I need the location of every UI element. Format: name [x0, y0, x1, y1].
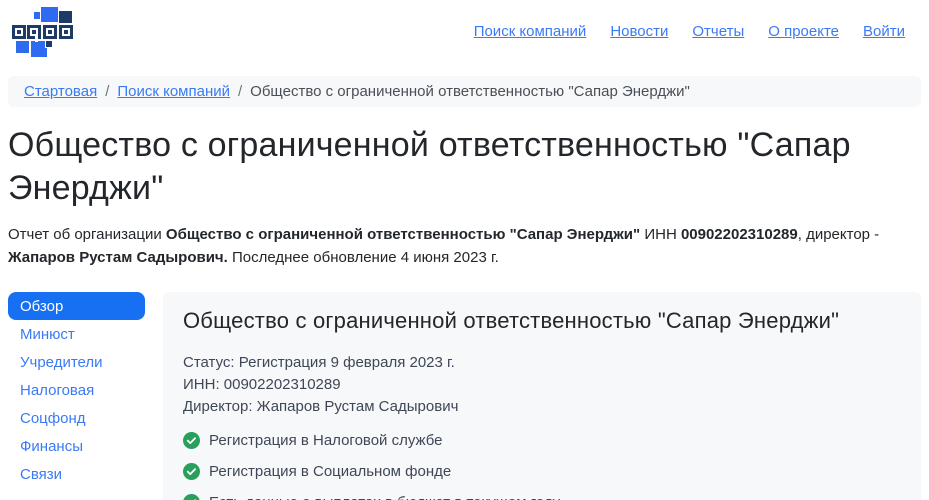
logo-square: [15, 40, 30, 54]
check-row-social-fund-registration: Регистрация в Социальном фонде: [183, 463, 901, 480]
check-label: Регистрация в Налоговой службе: [209, 432, 443, 449]
header: Поиск компаний Новости Отчеты О проекте …: [8, 0, 921, 62]
logo-square: [11, 24, 27, 40]
check-circle-icon: [183, 494, 200, 500]
top-nav: Поиск компаний Новости Отчеты О проекте …: [474, 23, 905, 40]
sidebar-item-overview[interactable]: Обзор: [8, 292, 145, 320]
company-summary: Отчет об организации Общество с ограниче…: [8, 223, 921, 270]
summary-company-name: Общество с ограниченной ответственностью…: [166, 226, 640, 243]
logo-square: [40, 6, 59, 23]
page: Поиск компаний Новости Отчеты О проекте …: [0, 0, 929, 500]
nav-link-news[interactable]: Новости: [610, 23, 668, 40]
check-row-budget-payments: Есть данные о выплатах в бюджет в текуще…: [183, 494, 901, 500]
breadcrumb-current: Общество с ограниченной ответственностью…: [250, 83, 690, 100]
sidebar-item-socfund[interactable]: Соцфонд: [8, 404, 145, 432]
summary-updated: Последнее обновление 4 июня 2023 г.: [228, 249, 499, 266]
fact-inn: ИНН: 00902202310289: [183, 374, 901, 396]
page-title: Общество с ограниченной ответственностью…: [8, 124, 921, 209]
check-label: Регистрация в Социальном фонде: [209, 463, 451, 480]
summary-inn-label: ИНН: [640, 226, 681, 243]
logo-square: [26, 24, 42, 40]
check-list: Регистрация в Налоговой службе Регистрац…: [183, 432, 901, 500]
logo-square: [58, 24, 74, 40]
sidebar-item-relations[interactable]: Связи: [8, 460, 145, 488]
sidebar-item-founders[interactable]: Учредители: [8, 348, 145, 376]
sidebar-item-minjust[interactable]: Минюст: [8, 320, 145, 348]
sidebar-item-tax[interactable]: Налоговая: [8, 376, 145, 404]
breadcrumb-separator: /: [105, 83, 109, 100]
site-logo[interactable]: [8, 5, 78, 59]
breadcrumb-separator: /: [238, 83, 242, 100]
check-label: Есть данные о выплатах в бюджет в текуще…: [209, 494, 560, 500]
nav-link-company-search[interactable]: Поиск компаний: [474, 23, 587, 40]
sidebar-item-finance[interactable]: Финансы: [8, 432, 145, 460]
nav-link-about[interactable]: О проекте: [768, 23, 839, 40]
breadcrumb: Стартовая / Поиск компаний / Общество с …: [8, 76, 921, 107]
logo-square: [42, 24, 58, 40]
overview-title: Общество с ограниченной ответственностью…: [183, 308, 901, 334]
check-circle-icon: [183, 432, 200, 449]
summary-inn-value: 00902202310289: [681, 226, 798, 243]
nav-link-login[interactable]: Войти: [863, 23, 905, 40]
summary-director-name: Жапаров Рустам Садырович.: [8, 249, 228, 266]
logo-square: [58, 10, 73, 24]
fact-director: Директор: Жапаров Рустам Садырович: [183, 396, 901, 418]
fact-status: Статус: Регистрация 9 февраля 2023 г.: [183, 352, 901, 374]
logo-square: [45, 40, 53, 48]
sidebar: Обзор Минюст Учредители Налоговая Соцфон…: [8, 292, 145, 500]
check-row-tax-registration: Регистрация в Налоговой службе: [183, 432, 901, 449]
breadcrumb-link-search[interactable]: Поиск компаний: [117, 83, 230, 100]
summary-prefix: Отчет об организации: [8, 226, 166, 243]
check-circle-icon: [183, 463, 200, 480]
breadcrumb-link-home[interactable]: Стартовая: [24, 83, 97, 100]
nav-link-reports[interactable]: Отчеты: [692, 23, 744, 40]
overview-panel: Общество с ограниченной ответственностью…: [163, 292, 921, 500]
content-row: Обзор Минюст Учредители Налоговая Соцфон…: [8, 292, 921, 500]
summary-director-label: , директор -: [798, 226, 879, 243]
